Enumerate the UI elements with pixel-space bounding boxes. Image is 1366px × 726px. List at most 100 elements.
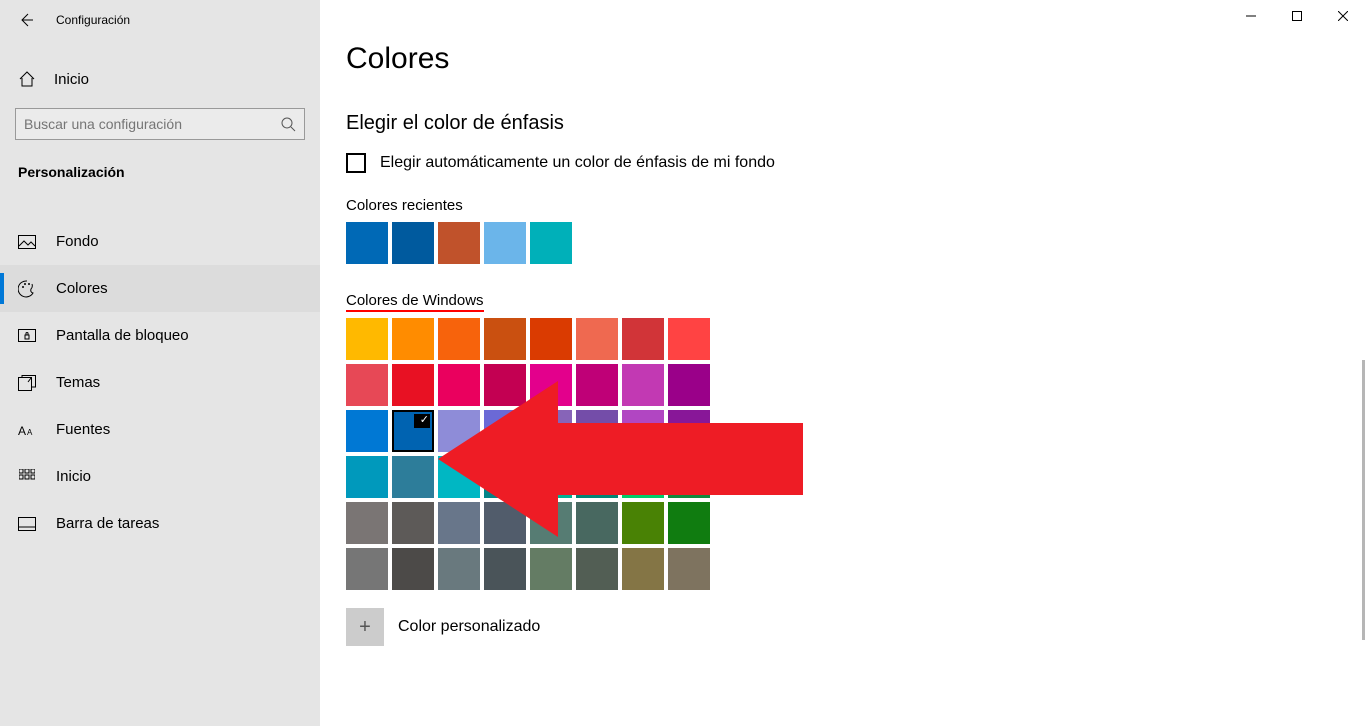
custom-color-button[interactable]: + Color personalizado	[346, 608, 1366, 646]
windows-colors-head: Colores de Windows	[346, 292, 484, 312]
titlebar: Configuración	[0, 0, 320, 40]
color-swatch[interactable]	[346, 502, 388, 544]
nav-pantalla-bloqueo[interactable]: Pantalla de bloqueo	[0, 312, 320, 359]
color-swatch[interactable]	[484, 364, 526, 406]
color-swatch[interactable]	[392, 456, 434, 498]
color-swatch[interactable]	[438, 502, 480, 544]
color-swatch[interactable]	[576, 502, 618, 544]
color-swatch[interactable]	[668, 318, 710, 360]
recent-color-swatch[interactable]	[346, 222, 388, 264]
color-swatch[interactable]	[392, 364, 434, 406]
recent-color-swatch[interactable]	[530, 222, 572, 264]
color-swatch[interactable]	[484, 502, 526, 544]
minimize-button[interactable]	[1228, 0, 1274, 32]
color-swatch[interactable]	[346, 364, 388, 406]
color-swatch[interactable]	[576, 364, 618, 406]
sidebar-home[interactable]: Inicio	[0, 58, 320, 100]
color-swatch[interactable]	[484, 410, 526, 452]
color-swatch[interactable]	[576, 456, 618, 498]
color-swatch[interactable]	[530, 502, 572, 544]
color-swatch[interactable]	[530, 318, 572, 360]
section-accent: Elegir el color de énfasis	[346, 112, 1366, 135]
color-swatch[interactable]	[346, 456, 388, 498]
page-title: Colores	[346, 42, 1366, 76]
home-icon	[18, 70, 36, 88]
scrollbar-thumb[interactable]	[1362, 360, 1365, 640]
nav-fuentes[interactable]: AA Fuentes	[0, 406, 320, 453]
nav-label: Pantalla de bloqueo	[56, 327, 189, 344]
color-swatch[interactable]	[346, 548, 388, 590]
checkbox-icon[interactable]	[346, 153, 366, 173]
color-swatch[interactable]	[576, 318, 618, 360]
fonts-icon: AA	[18, 421, 36, 439]
color-swatch[interactable]: ✓	[392, 410, 434, 452]
recent-colors-head: Colores recientes	[346, 197, 1366, 214]
color-swatch[interactable]	[346, 318, 388, 360]
nav-colores[interactable]: Colores	[0, 265, 320, 312]
color-swatch[interactable]	[484, 318, 526, 360]
plus-icon: +	[346, 608, 384, 646]
color-swatch[interactable]	[622, 410, 664, 452]
nav-label: Temas	[56, 374, 100, 391]
color-swatch[interactable]	[392, 318, 434, 360]
color-swatch[interactable]	[438, 548, 480, 590]
search-field[interactable]	[24, 116, 280, 132]
window-title: Configuración	[56, 13, 130, 27]
svg-text:A: A	[27, 428, 33, 437]
checkbox-label: Elegir automáticamente un color de énfas…	[380, 154, 775, 172]
sidebar: Configuración Inicio Personalización Fon…	[0, 0, 320, 726]
lock-screen-icon	[18, 327, 36, 345]
color-swatch[interactable]	[530, 410, 572, 452]
color-swatch[interactable]	[622, 364, 664, 406]
color-swatch[interactable]	[622, 318, 664, 360]
color-swatch[interactable]	[530, 456, 572, 498]
color-swatch[interactable]	[668, 364, 710, 406]
picture-icon	[18, 233, 36, 251]
color-swatch[interactable]	[576, 548, 618, 590]
nav-temas[interactable]: Temas	[0, 359, 320, 406]
start-icon	[18, 468, 36, 486]
taskbar-icon	[18, 515, 36, 533]
color-swatch[interactable]	[438, 456, 480, 498]
close-button[interactable]	[1320, 0, 1366, 32]
color-swatch[interactable]	[438, 410, 480, 452]
auto-color-checkbox[interactable]: Elegir automáticamente un color de énfas…	[346, 153, 1366, 173]
maximize-button[interactable]	[1274, 0, 1320, 32]
color-swatch[interactable]	[622, 548, 664, 590]
nav-barra-tareas[interactable]: Barra de tareas	[0, 500, 320, 547]
nav-list: Fondo Colores Pantalla de bloqueo Temas …	[0, 218, 320, 547]
color-swatch[interactable]	[438, 318, 480, 360]
nav-fondo[interactable]: Fondo	[0, 218, 320, 265]
home-label: Inicio	[54, 71, 89, 88]
nav-label: Fondo	[56, 233, 99, 250]
color-swatch[interactable]	[668, 410, 710, 452]
recent-colors-row	[346, 222, 1366, 264]
windows-colors-grid: ✓	[346, 318, 1366, 590]
color-swatch[interactable]	[392, 502, 434, 544]
color-swatch[interactable]	[530, 364, 572, 406]
color-swatch[interactable]	[668, 502, 710, 544]
back-icon[interactable]	[18, 12, 34, 28]
color-swatch[interactable]	[392, 548, 434, 590]
palette-icon	[18, 280, 36, 298]
color-swatch[interactable]	[622, 502, 664, 544]
color-swatch[interactable]	[530, 548, 572, 590]
recent-color-swatch[interactable]	[484, 222, 526, 264]
recent-color-swatch[interactable]	[392, 222, 434, 264]
nav-inicio[interactable]: Inicio	[0, 453, 320, 500]
color-swatch[interactable]	[484, 548, 526, 590]
search-input[interactable]	[15, 108, 305, 140]
custom-color-label: Color personalizado	[398, 618, 540, 636]
recent-color-swatch[interactable]	[438, 222, 480, 264]
nav-label: Barra de tareas	[56, 515, 159, 532]
nav-label: Fuentes	[56, 421, 110, 438]
color-swatch[interactable]	[576, 410, 618, 452]
svg-text:A: A	[18, 424, 26, 437]
themes-icon	[18, 374, 36, 392]
color-swatch[interactable]	[484, 456, 526, 498]
color-swatch[interactable]	[668, 456, 710, 498]
color-swatch[interactable]	[438, 364, 480, 406]
color-swatch[interactable]	[622, 456, 664, 498]
color-swatch[interactable]	[668, 548, 710, 590]
color-swatch[interactable]	[346, 410, 388, 452]
